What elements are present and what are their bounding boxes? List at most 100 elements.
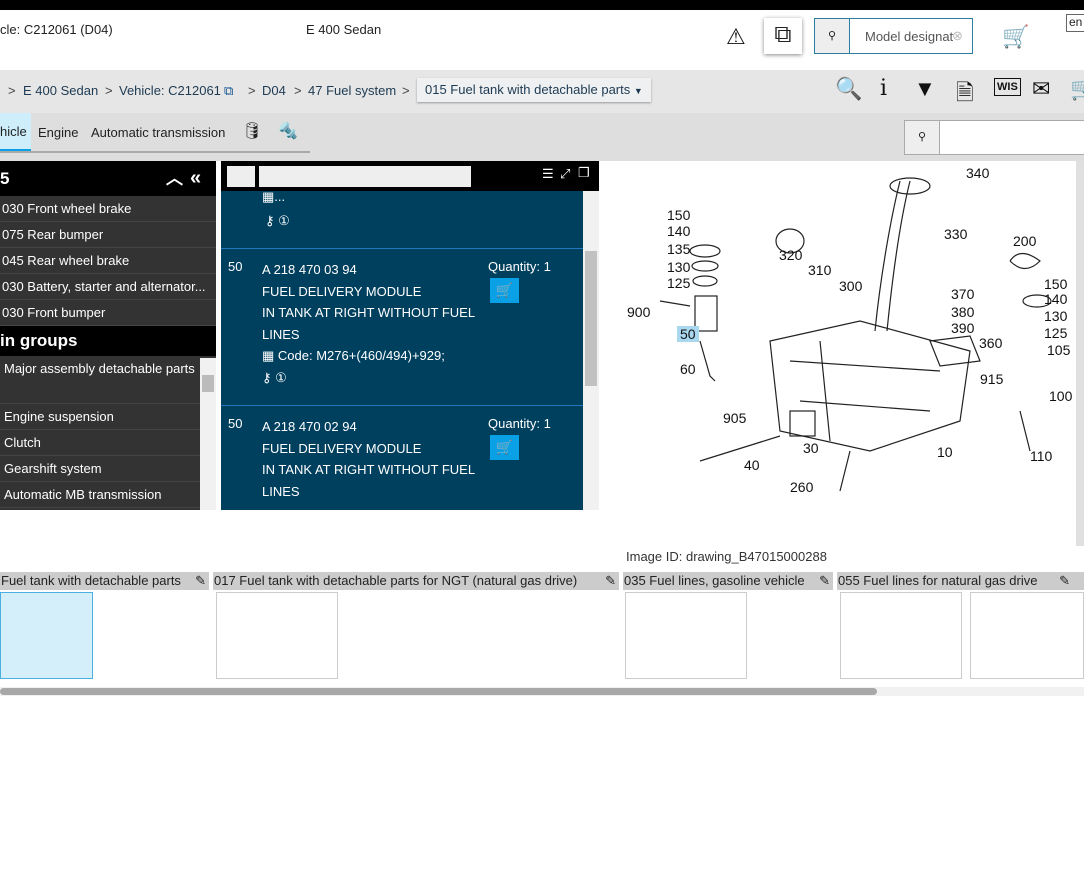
filter-input[interactable] — [227, 166, 255, 187]
thumbnail-title[interactable]: 055 Fuel lines for natural gas drive ✎ — [837, 572, 1084, 590]
thumbnail[interactable] — [970, 592, 1084, 679]
callout[interactable]: 310 — [808, 262, 831, 278]
copy-icon[interactable]: ⧉ — [764, 18, 802, 54]
callout[interactable]: 140 — [1044, 291, 1067, 307]
collapse-left-icon[interactable]: « — [190, 161, 201, 196]
add-to-cart-button[interactable]: 🛒 — [490, 435, 519, 460]
tab-vehicle[interactable]: hicle — [0, 113, 31, 151]
crumb-vehicle[interactable]: Vehicle: C212061 — [119, 83, 221, 98]
thumbnail-title[interactable]: Fuel tank with detachable parts ✎ — [0, 572, 209, 590]
callout[interactable]: 140 — [667, 223, 690, 239]
history-item[interactable]: 030 Front wheel brake — [0, 196, 216, 222]
callout[interactable]: 30 — [803, 440, 819, 456]
history-item[interactable]: 045 Rear wheel brake — [0, 248, 216, 274]
history-item[interactable]: 030 Front bumper — [0, 300, 216, 326]
callout[interactable]: 390 — [951, 320, 974, 336]
callout[interactable]: 905 — [723, 410, 746, 426]
history-item[interactable]: 030 Battery, starter and alternator... — [0, 274, 216, 300]
group-item[interactable]: Automatic MB transmission — [0, 482, 200, 508]
wis-icon[interactable]: WIS — [994, 78, 1021, 96]
callout[interactable]: 40 — [744, 457, 760, 473]
callout[interactable]: 260 — [790, 479, 813, 495]
subgroup-dropdown[interactable]: 015 Fuel tank with detachable parts ▼ — [417, 78, 651, 102]
scrollbar-thumb[interactable] — [202, 375, 214, 392]
search-icon[interactable]: ⚲ — [905, 121, 940, 154]
cart-add-icon[interactable]: 🛒 — [1002, 24, 1029, 50]
callout[interactable]: 915 — [980, 371, 1003, 387]
info-icon[interactable]: i — [880, 76, 887, 101]
part-row[interactable]: 50 A 218 470 02 94 FUEL DELIVERY MODULE IN… — [221, 405, 583, 510]
scrollbar-thumb[interactable] — [0, 688, 877, 695]
key-icon[interactable]: ⚷ ① — [262, 367, 477, 389]
callout[interactable]: 360 — [979, 335, 1002, 351]
exploded-diagram[interactable]: 340 150 140 135 130 125 900 50 60 320 31… — [600, 161, 1076, 564]
thumbnail-selected[interactable] — [0, 592, 93, 679]
expand-icon[interactable]: ⤢ — [560, 166, 570, 182]
tab-engine[interactable]: Engine — [38, 125, 78, 140]
clear-icon[interactable]: ⊗ — [952, 28, 963, 44]
callout[interactable]: 135 — [667, 241, 690, 257]
thumbnail[interactable] — [625, 592, 747, 679]
callout[interactable]: 150 — [667, 207, 690, 223]
thumbnail[interactable] — [840, 592, 962, 679]
thumbnail-title[interactable]: 035 Fuel lines, gasoline vehicle ✎ — [623, 572, 833, 590]
callout-highlighted[interactable]: 50 — [677, 326, 699, 342]
language-select[interactable]: en — [1066, 14, 1084, 32]
group-item[interactable]: Major assembly detachable parts — [0, 356, 200, 404]
list-view-icon[interactable]: ☰ — [542, 166, 554, 182]
callout[interactable]: 200 — [1013, 233, 1036, 249]
crumb-group[interactable]: 47 Fuel system — [308, 83, 396, 98]
callout[interactable]: 370 — [951, 286, 974, 302]
diagram-toolbar[interactable] — [1076, 161, 1084, 546]
callout[interactable]: 100 — [1049, 388, 1072, 404]
zoom-in-icon[interactable]: 🔍 — [835, 76, 862, 102]
add-to-cart-button[interactable]: 🛒 — [490, 278, 519, 303]
collapse-up-icon[interactable]: ︿ — [166, 161, 183, 196]
callout[interactable]: 125 — [1044, 325, 1067, 341]
callout[interactable]: 10 — [937, 444, 953, 460]
group-item[interactable]: Gearshift system — [0, 456, 200, 482]
callout[interactable]: 900 — [627, 304, 650, 320]
callout[interactable]: 380 — [951, 304, 974, 320]
thumbnail-title[interactable]: 017 Fuel tank with detachable parts for … — [213, 572, 619, 590]
scrollbar-thumb[interactable] — [585, 251, 597, 386]
part-row[interactable]: ▦... ⚷ ① — [221, 189, 583, 248]
callout[interactable]: 300 — [839, 278, 862, 294]
search-input[interactable]: Model designat — [865, 29, 953, 44]
cart-icon[interactable]: 🛒 — [1070, 76, 1084, 102]
callout[interactable]: 110 — [1030, 448, 1052, 464]
tab-automatic-transmission[interactable]: Automatic transmission — [91, 125, 225, 140]
group-item[interactable]: Clutch — [0, 430, 200, 456]
document-alert-icon[interactable]: 🗎 — [956, 76, 974, 114]
copy-icon[interactable]: ⧉ — [224, 83, 233, 99]
callout[interactable]: 105 — [1047, 342, 1070, 358]
model-search[interactable]: ⚲ Model designat ⊗ — [814, 18, 973, 54]
tab-bolt-icon[interactable]: 🔩 — [278, 121, 298, 141]
mail-icon[interactable]: ✉ — [1032, 76, 1050, 102]
parts-scrollbar[interactable] — [583, 191, 599, 510]
callout[interactable]: 340 — [966, 165, 989, 181]
callout[interactable]: 150 — [1044, 276, 1067, 292]
crumb-model[interactable]: E 400 Sedan — [23, 83, 98, 98]
callout[interactable]: 130 — [1044, 308, 1067, 324]
part-row[interactable]: 50 A 218 470 03 94 FUEL DELIVERY MODULE IN… — [221, 248, 583, 405]
search-icon[interactable]: ⚲ — [815, 19, 850, 53]
parts-filter-input[interactable] — [259, 166, 471, 187]
thumbnail[interactable] — [216, 592, 338, 679]
tab-fluids-icon[interactable]: 🛢 — [242, 121, 262, 141]
key-icon[interactable]: ⚷ ① — [265, 213, 290, 229]
crumb-d04[interactable]: D04 — [262, 83, 286, 98]
popout-icon[interactable]: ❐ — [578, 165, 590, 181]
callout[interactable]: 125 — [667, 275, 690, 291]
callout[interactable]: 130 — [667, 259, 690, 275]
warning-icon[interactable]: ⚠ — [726, 24, 746, 50]
callout[interactable]: 330 — [944, 226, 967, 242]
parts-search[interactable]: ⚲ — [904, 120, 1084, 155]
history-item[interactable]: 075 Rear bumper — [0, 222, 216, 248]
callout[interactable]: 320 — [779, 247, 802, 263]
groups-scrollbar[interactable] — [200, 358, 216, 510]
thumbnail-scrollbar[interactable] — [0, 687, 1084, 696]
group-item[interactable]: Engine suspension — [0, 404, 200, 430]
callout[interactable]: 60 — [680, 361, 696, 377]
filter-icon[interactable]: ▼ — [914, 76, 936, 102]
